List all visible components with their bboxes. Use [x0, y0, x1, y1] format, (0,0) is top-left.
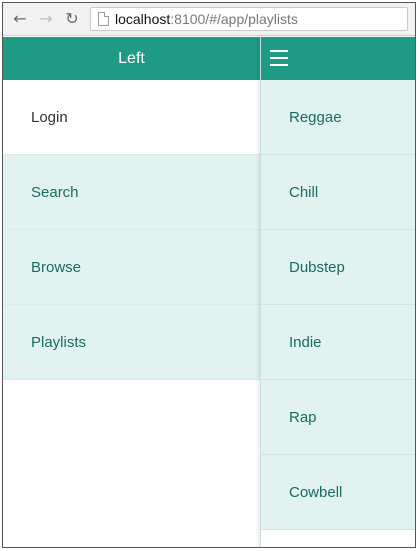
playlists-header [261, 37, 415, 80]
address-bar[interactable]: localhost:8100/#/app/playlists [90, 7, 408, 31]
menu-item-label: Search [31, 184, 79, 201]
playlists-panel: Reggae Chill Dubstep Indie Rap Cowbell [260, 37, 415, 547]
playlist-label: Cowbell [289, 484, 343, 501]
playlist-item[interactable]: Rap [261, 380, 415, 455]
menu-item-label: Playlists [31, 334, 87, 351]
playlist-label: Reggae [289, 109, 342, 126]
left-menu-list: Login Search Browse Playlists [3, 80, 260, 380]
menu-toggle-icon[interactable] [270, 50, 288, 66]
menu-item-login[interactable]: Login [3, 80, 260, 155]
playlist-item[interactable]: Cowbell [261, 455, 415, 530]
left-menu-header: Left [3, 37, 260, 80]
back-arrow-icon[interactable]: ← [10, 9, 30, 29]
url-path: :8100/#/app/playlists [170, 11, 298, 27]
playlist-label: Indie [289, 334, 322, 351]
left-side-menu: Left Login Search Browse Playlists [3, 37, 260, 547]
browser-toolbar: ← → ↻ localhost:8100/#/app/playlists [3, 3, 415, 36]
url-text: localhost:8100/#/app/playlists [115, 11, 298, 27]
forward-arrow-icon[interactable]: → [36, 9, 56, 29]
playlist-label: Rap [289, 409, 317, 426]
url-host: localhost [115, 11, 171, 27]
page-icon [98, 12, 109, 26]
menu-item-search[interactable]: Search [3, 155, 260, 230]
playlist-label: Dubstep [289, 259, 345, 276]
playlists-list: Reggae Chill Dubstep Indie Rap Cowbell [261, 80, 415, 530]
menu-item-label: Browse [31, 259, 82, 276]
playlist-item[interactable]: Chill [261, 155, 415, 230]
playlist-item[interactable]: Indie [261, 305, 415, 380]
menu-item-browse[interactable]: Browse [3, 230, 260, 305]
browser-window: ← → ↻ localhost:8100/#/app/playlists Lef… [2, 2, 416, 548]
playlist-item[interactable]: Reggae [261, 80, 415, 155]
playlist-item[interactable]: Dubstep [261, 230, 415, 305]
left-menu-title: Left [118, 50, 145, 67]
menu-item-playlists[interactable]: Playlists [3, 305, 260, 380]
reload-icon[interactable]: ↻ [62, 9, 82, 29]
menu-item-label: Login [31, 109, 68, 126]
playlist-label: Chill [289, 184, 319, 201]
